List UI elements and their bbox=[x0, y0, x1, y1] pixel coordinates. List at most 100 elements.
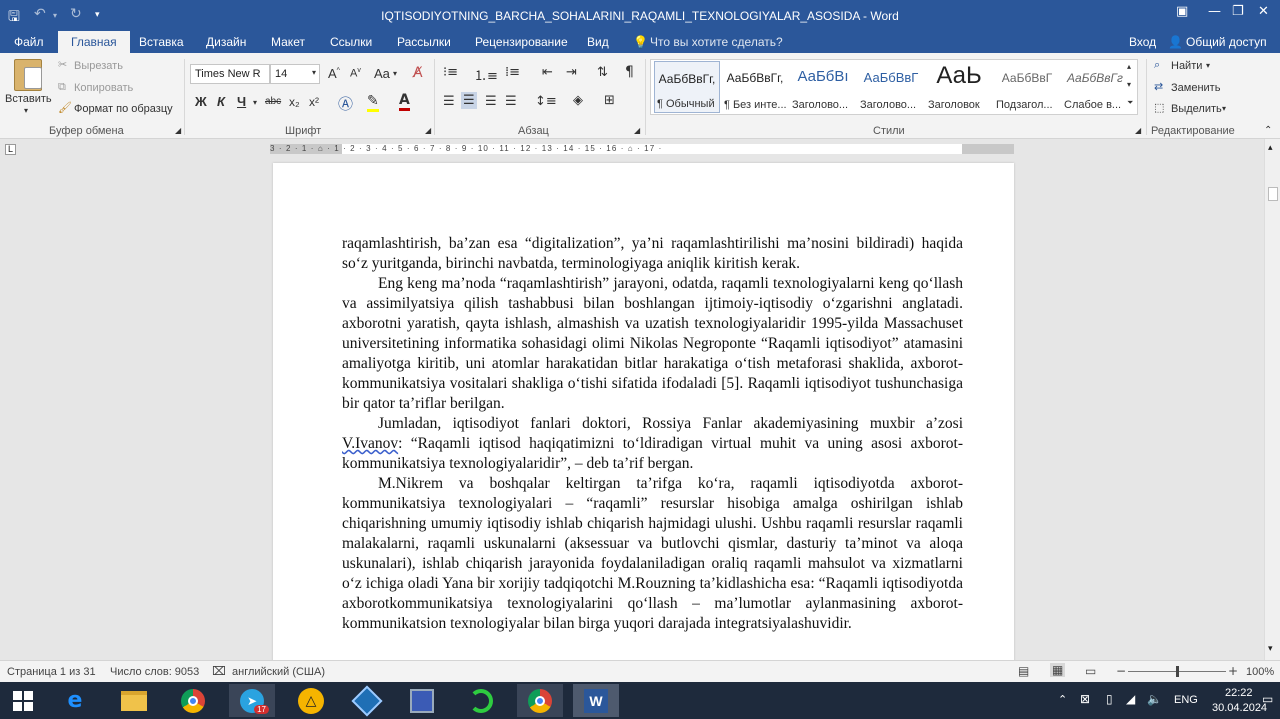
font-dropdown-icon[interactable]: ▾ bbox=[312, 68, 316, 77]
horizontal-ruler[interactable]: 3 · 2 · 1 · ⌂ · 1 · 2 · 3 · 4 · 5 · 6 · … bbox=[270, 144, 1014, 154]
style-normal[interactable]: АаБбВвГг, ¶ Обычный bbox=[654, 61, 720, 113]
start-icon[interactable] bbox=[0, 684, 46, 717]
tab-insert[interactable]: Вставка bbox=[139, 35, 184, 49]
tray-expand-icon[interactable]: ⌃ bbox=[1058, 693, 1067, 706]
network-icon[interactable]: ◢ bbox=[1126, 692, 1135, 706]
share-button[interactable]: Общий доступ bbox=[1186, 35, 1267, 49]
multilevel-list-icon[interactable]: ⁞≡ bbox=[505, 65, 520, 80]
show-formatting-icon[interactable]: ¶ bbox=[625, 64, 634, 80]
tab-selector[interactable]: L bbox=[5, 144, 16, 155]
clock-time[interactable]: 22:22 bbox=[1225, 687, 1253, 699]
increase-indent-icon[interactable]: ⇥ bbox=[566, 65, 577, 80]
web-layout-icon[interactable]: ▭ bbox=[1085, 664, 1096, 678]
underline-button[interactable]: Ч bbox=[237, 94, 246, 109]
style-heading-1[interactable]: АаБбВı Заголово... bbox=[790, 61, 856, 113]
font-launcher-icon[interactable]: ◢ bbox=[425, 126, 431, 135]
restore-icon[interactable]: ❐ bbox=[1232, 4, 1244, 19]
select-button[interactable]: Выделить bbox=[1171, 103, 1222, 115]
app-tray-icon[interactable]: ⊠ bbox=[1080, 692, 1090, 706]
virtualbox-icon[interactable] bbox=[344, 684, 390, 717]
numbering-icon[interactable]: ⒈≡ bbox=[474, 65, 498, 84]
scrollbar-thumb[interactable] bbox=[1268, 187, 1278, 201]
autocad-icon[interactable]: △ bbox=[288, 684, 334, 717]
select-dropdown-icon[interactable]: ▾ bbox=[1222, 104, 1226, 113]
bold-button[interactable]: Ж bbox=[195, 94, 207, 109]
tab-design[interactable]: Дизайн bbox=[206, 35, 246, 49]
clear-formatting-icon[interactable]: A̸ bbox=[413, 65, 423, 81]
paste-button[interactable]: Вставить bbox=[5, 93, 52, 105]
explorer-icon[interactable] bbox=[111, 684, 157, 717]
styles-gallery[interactable]: АаБбВвГг, ¶ Обычный АаБбВвГг, ¶ Без инте… bbox=[650, 59, 1138, 115]
language-indicator[interactable]: английский (США) bbox=[232, 666, 325, 678]
word-icon[interactable]: W bbox=[573, 684, 619, 717]
notifications-icon[interactable]: ▭ bbox=[1262, 692, 1273, 706]
style-title[interactable]: АаЬ Заголовок bbox=[926, 61, 992, 113]
scroll-down-icon[interactable]: ▾ bbox=[1268, 644, 1273, 654]
zoom-slider-thumb[interactable] bbox=[1176, 666, 1179, 677]
justify-icon[interactable]: ☰ bbox=[505, 94, 517, 109]
font-color-icon[interactable]: A bbox=[399, 92, 410, 111]
telegram-icon[interactable]: ➤ 17 bbox=[229, 684, 275, 717]
volume-icon[interactable]: 🔈 bbox=[1147, 692, 1162, 706]
shrink-font-icon[interactable]: Av bbox=[350, 67, 361, 80]
language-tray[interactable]: ENG bbox=[1174, 694, 1198, 706]
page-count[interactable]: Страница 1 из 31 bbox=[7, 666, 96, 678]
italic-button[interactable]: К bbox=[217, 94, 225, 109]
print-layout-icon[interactable]: ▦ bbox=[1050, 663, 1066, 677]
grow-font-icon[interactable]: A^ bbox=[328, 66, 340, 81]
paragraph-launcher-icon[interactable]: ◢ bbox=[634, 126, 640, 135]
tab-mailings[interactable]: Рассылки bbox=[397, 35, 451, 49]
style-no-spacing[interactable]: АаБбВвГг, ¶ Без инте... bbox=[722, 61, 788, 113]
tab-home[interactable]: Главная bbox=[58, 31, 130, 53]
styles-more-icon[interactable]: ⏷ bbox=[1127, 98, 1133, 108]
sort-icon[interactable]: ⇅ bbox=[597, 65, 608, 80]
align-left-icon[interactable]: ☰ bbox=[443, 94, 455, 109]
copy-button[interactable]: Копировать bbox=[74, 82, 133, 94]
document-page[interactable]: raqamlashtirish, ba’zan esa “digitalizat… bbox=[273, 163, 1014, 663]
zoom-level[interactable]: 100% bbox=[1246, 666, 1274, 678]
read-mode-icon[interactable]: ▤ bbox=[1018, 664, 1029, 678]
borders-icon[interactable]: ⊞ bbox=[604, 93, 615, 108]
style-subtle-emphasis[interactable]: АаБбВвГг Слабое в... bbox=[1062, 61, 1128, 113]
ribbon-display-icon[interactable]: ▣ bbox=[1176, 4, 1188, 19]
word-count[interactable]: Число слов: 9053 bbox=[110, 666, 199, 678]
chrome2-icon[interactable] bbox=[517, 684, 563, 717]
zoom-out-icon[interactable]: − bbox=[1116, 664, 1126, 678]
minimize-icon[interactable]: — bbox=[1208, 4, 1221, 19]
bullets-icon[interactable]: ⁝≡ bbox=[443, 65, 458, 80]
clipboard-launcher-icon[interactable]: ◢ bbox=[175, 126, 181, 135]
change-case-dropdown-icon[interactable]: ▾ bbox=[393, 69, 397, 78]
clock-date[interactable]: 30.04.2024 bbox=[1212, 702, 1267, 714]
replace-button[interactable]: Заменить bbox=[1171, 82, 1220, 94]
spelling-error[interactable]: V.Ivanov bbox=[342, 435, 398, 452]
styles-scroll-down-icon[interactable]: ▾ bbox=[1127, 80, 1131, 89]
proofing-icon[interactable]: ⌧ bbox=[212, 664, 226, 678]
style-subtitle[interactable]: АаБбВвГ Подзагол... bbox=[994, 61, 1060, 113]
edge-icon[interactable]: e bbox=[52, 684, 98, 717]
zoom-in-icon[interactable]: + bbox=[1228, 664, 1238, 678]
tab-view[interactable]: Вид bbox=[587, 35, 609, 49]
find-dropdown-icon[interactable]: ▾ bbox=[1206, 61, 1210, 70]
tab-file[interactable]: Файл bbox=[14, 35, 44, 49]
strikethrough-button[interactable]: abc bbox=[265, 96, 281, 107]
find-button[interactable]: Найти bbox=[1171, 60, 1202, 72]
align-right-icon[interactable]: ☰ bbox=[485, 94, 497, 109]
align-center-icon[interactable]: ☰ bbox=[461, 92, 477, 109]
sign-in-link[interactable]: Вход bbox=[1129, 35, 1156, 49]
green-app-icon[interactable] bbox=[458, 684, 504, 717]
style-heading-2[interactable]: АаБбВвГ Заголово... bbox=[858, 61, 924, 113]
font-name-combo[interactable]: Times New R bbox=[190, 64, 270, 84]
format-painter-button[interactable]: Формат по образцу bbox=[74, 103, 173, 115]
chrome-icon[interactable] bbox=[170, 684, 216, 717]
styles-scroll-up-icon[interactable]: ▴ bbox=[1127, 62, 1131, 71]
subscript-button[interactable]: x₂ bbox=[289, 95, 300, 109]
document-body[interactable]: raqamlashtirish, ba’zan esa “digitalizat… bbox=[342, 234, 963, 634]
styles-launcher-icon[interactable]: ◢ bbox=[1135, 126, 1141, 135]
text-effects-icon[interactable]: Ⓐ bbox=[338, 93, 353, 114]
highlight-icon[interactable]: ✎ bbox=[367, 93, 379, 112]
battery-icon[interactable]: ▯ bbox=[1106, 692, 1113, 706]
scroll-up-icon[interactable]: ▴ bbox=[1268, 143, 1273, 153]
underline-dropdown-icon[interactable]: ▾ bbox=[253, 98, 257, 107]
line-spacing-icon[interactable]: ↕≡ bbox=[535, 94, 557, 109]
paste-dropdown-icon[interactable]: ▾ bbox=[24, 106, 28, 115]
